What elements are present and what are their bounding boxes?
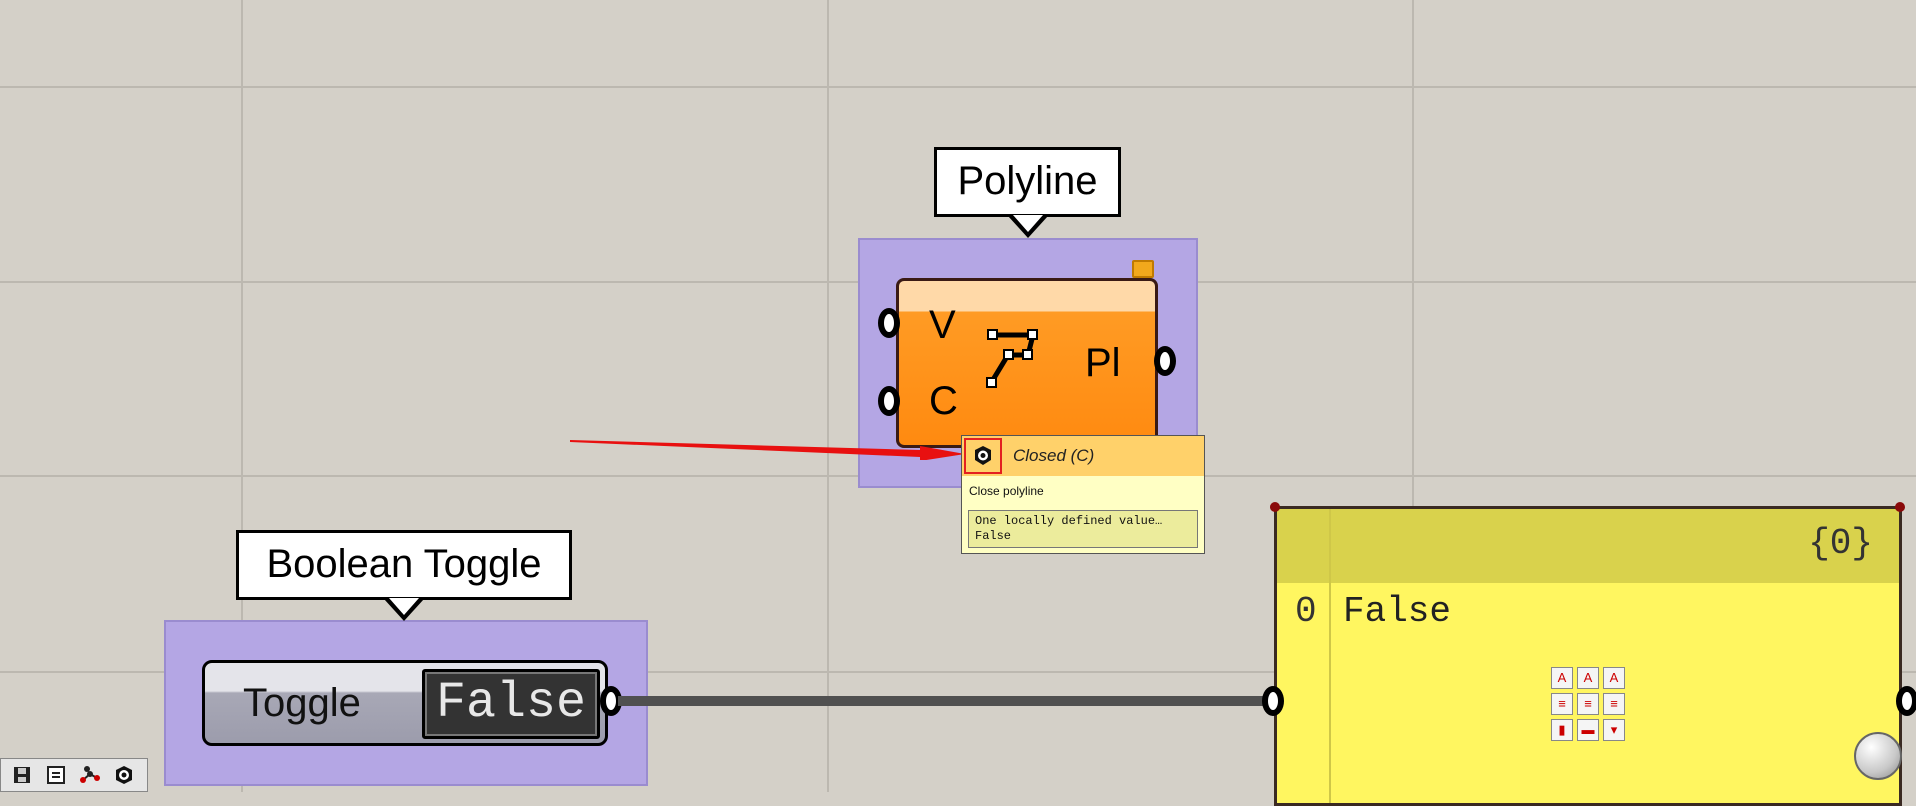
toggle-label: Toggle: [243, 681, 361, 725]
input-c-grip[interactable]: [878, 386, 900, 416]
tooltip-value-box: One locally defined value… False: [968, 510, 1198, 548]
format-button[interactable]: ≡: [1551, 693, 1573, 715]
panel-divider: [1329, 509, 1331, 803]
tooltip-header: Closed (C): [962, 436, 1204, 476]
balloon-tail-inner: [389, 598, 419, 615]
tooltip-icon-box: [964, 438, 1002, 474]
toggle-value[interactable]: False: [422, 669, 600, 739]
format-button[interactable]: ≡: [1577, 693, 1599, 715]
boolean-toggle[interactable]: Toggle False: [202, 660, 608, 746]
input-v-label[interactable]: V: [929, 303, 956, 348]
grid-line: [0, 86, 1916, 88]
save-icon[interactable]: [9, 762, 35, 788]
connection-wire[interactable]: [618, 696, 1268, 706]
output-pl-label[interactable]: Pl: [1085, 341, 1121, 386]
panel-header: [1277, 509, 1899, 583]
toggle-group-title: Boolean Toggle: [266, 542, 542, 586]
output-pl-grip[interactable]: [1154, 346, 1176, 376]
red-arrow: [570, 440, 965, 460]
list-icon[interactable]: [43, 762, 69, 788]
canvas-toolbar: [0, 758, 148, 792]
parameter-tooltip: Closed (C) Close polyline One locally de…: [961, 435, 1205, 554]
polyline-component[interactable]: V C Pl: [896, 278, 1158, 448]
input-v-grip[interactable]: [878, 308, 900, 338]
panel-row-value: False: [1343, 591, 1452, 632]
polyline-group-title: Polyline: [957, 159, 1098, 203]
message-badge-icon: [1132, 260, 1154, 278]
input-c-label[interactable]: C: [929, 379, 958, 424]
panel-corner-handle[interactable]: [1270, 502, 1280, 512]
format-button[interactable]: ≡: [1603, 693, 1625, 715]
panel-row-index: 0: [1295, 591, 1317, 632]
cog-icon[interactable]: [111, 762, 137, 788]
tooltip-value-line: False: [975, 529, 1012, 543]
format-button[interactable]: A: [1603, 667, 1625, 689]
panel-path: {0}: [1808, 523, 1873, 564]
panel-input-grip[interactable]: [1262, 686, 1284, 716]
format-button[interactable]: ▬: [1577, 719, 1599, 741]
format-button[interactable]: A: [1577, 667, 1599, 689]
format-button[interactable]: ▾: [1603, 719, 1625, 741]
panel-component[interactable]: {0} 0 False A A A ≡ ≡ ≡ ▮ ▬ ▾: [1274, 506, 1902, 806]
text-format-icon[interactable]: A A A ≡ ≡ ≡ ▮ ▬ ▾: [1551, 667, 1625, 741]
sphere-icon[interactable]: [1854, 732, 1902, 780]
format-button[interactable]: ▮: [1551, 719, 1573, 741]
cog-icon: [975, 446, 991, 465]
tooltip-title: Closed (C): [1013, 446, 1095, 465]
grid-line: [827, 0, 829, 792]
panel-corner-handle[interactable]: [1895, 502, 1905, 512]
tooltip-value-line: One locally defined value…: [975, 514, 1163, 528]
polyline-icon: [986, 329, 1038, 388]
polyline-group-label: Polyline: [934, 147, 1121, 238]
panel-output-grip[interactable]: [1896, 686, 1916, 716]
balloon-tail-inner: [1012, 215, 1043, 232]
format-button[interactable]: A: [1551, 667, 1573, 689]
tooltip-description: Close polyline: [969, 484, 1044, 498]
toggle-group-label: Boolean Toggle: [236, 530, 572, 621]
graph-icon[interactable]: [77, 762, 103, 788]
